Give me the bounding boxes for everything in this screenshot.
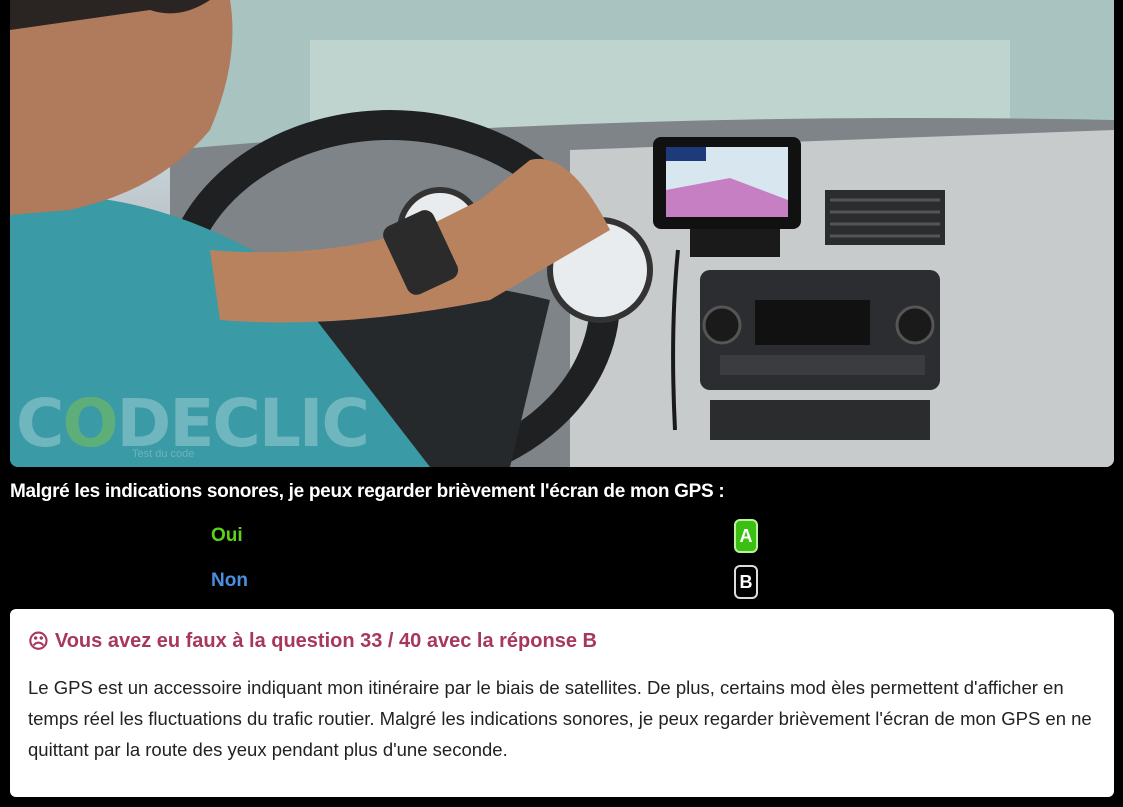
answer-a-button[interactable]: A bbox=[734, 519, 758, 553]
result-panel: ☹ Vous avez eu faux à la question 33 / 4… bbox=[10, 609, 1114, 797]
sad-face-icon: ☹ bbox=[28, 631, 49, 653]
answer-b-label[interactable]: Non bbox=[211, 570, 248, 592]
result-explanation: Le GPS est un accessoire indiquant mon i… bbox=[28, 677, 1092, 760]
question-photo: CODECLIC Test du code bbox=[10, 0, 1114, 467]
logo-tagline: Test du code bbox=[132, 448, 195, 460]
result-title-text: Vous avez eu faux à la question 33 / 40 … bbox=[54, 630, 597, 652]
answer-a-label[interactable]: Oui bbox=[211, 525, 243, 547]
question-text: Malgré les indications sonores, je peux … bbox=[10, 481, 725, 502]
result-heading: ☹ Vous avez eu faux à la question 33 / 4… bbox=[28, 629, 1096, 654]
answer-b-button[interactable]: B bbox=[734, 565, 758, 599]
